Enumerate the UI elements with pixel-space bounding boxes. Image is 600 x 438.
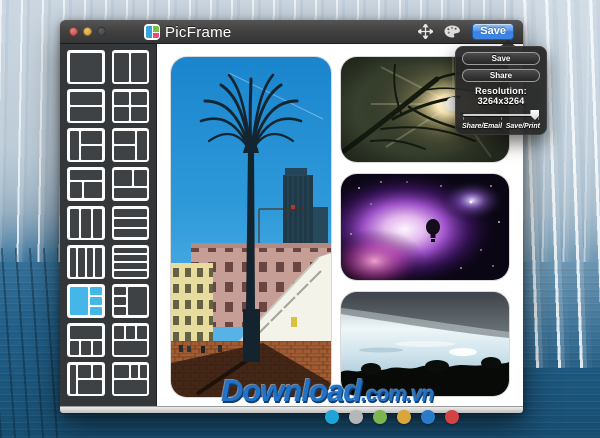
photo-purple-nebula[interactable]: [341, 174, 509, 280]
minimize-button[interactable]: [83, 27, 92, 36]
slider-tick: [501, 117, 502, 120]
layout-thumb-three-columns[interactable]: [67, 206, 105, 240]
move-icon[interactable]: [418, 24, 434, 39]
brand-dot: [397, 410, 411, 424]
brand-dot: [373, 410, 387, 424]
slider-track[interactable]: [463, 114, 539, 116]
titlebar[interactable]: PicFrame Save: [60, 20, 523, 44]
download-watermark: Download.com.vn: [221, 373, 434, 409]
save-button[interactable]: Save: [472, 23, 514, 40]
layout-thumb-two-rows[interactable]: [67, 89, 105, 123]
brand-dot: [445, 410, 459, 424]
zoom-button[interactable]: [97, 27, 106, 36]
layout-thumb-top-row-bottom-two[interactable]: [67, 167, 105, 201]
picframe-logo-icon: [144, 24, 160, 40]
layout-thumb-top-row-bottom-three[interactable]: [67, 323, 105, 357]
app-body: Download.com.vn: [60, 44, 523, 409]
layout-thumb-big-left-three-right[interactable]: [67, 284, 105, 318]
watermark-suffix-text: .com.vn: [361, 383, 434, 406]
layout-thumb-left-col-two-top-bottom[interactable]: [67, 362, 105, 396]
app-title: PicFrame: [165, 23, 232, 41]
layout-grid: [60, 44, 157, 406]
traffic-lights: [60, 27, 106, 36]
layout-thumb-left-two-rows-right-col[interactable]: [111, 128, 149, 162]
save-dropdown-panel: Save Share Resolution: 3264x3264 Share/E…: [455, 40, 547, 135]
dropdown-share-button[interactable]: Share: [462, 69, 540, 82]
slider-tick: [463, 117, 464, 120]
layout-thumb-single[interactable]: [67, 50, 105, 84]
layout-thumb-top-left-two-small-bottom[interactable]: [111, 362, 149, 396]
layout-thumb-top-three-bottom-row[interactable]: [111, 323, 149, 357]
layout-thumb-grid-2x2[interactable]: [111, 89, 149, 123]
layout-thumb-three-left-big-right[interactable]: [111, 284, 149, 318]
wallpaper-reeds: [0, 248, 58, 438]
resolution-label: Resolution: 3264x3264: [475, 86, 527, 106]
slider-labels: Share/Email Save/Print: [462, 123, 540, 130]
app-logo: PicFrame: [144, 20, 232, 44]
close-button[interactable]: [69, 27, 78, 36]
slider-tick: [538, 117, 540, 120]
palette-icon[interactable]: [444, 25, 461, 38]
dropdown-save-button[interactable]: Save: [462, 52, 540, 65]
layout-thumb-four-rows[interactable]: [111, 245, 149, 279]
save-print-label: Save/Print: [505, 123, 540, 130]
layout-thumb-four-columns[interactable]: [67, 245, 105, 279]
layout-thumb-three-rows[interactable]: [111, 206, 149, 240]
brand-dot: [325, 410, 339, 424]
watermark-dots: [325, 410, 459, 424]
brand-dot: [421, 410, 435, 424]
watermark-main-text: Download: [221, 373, 362, 408]
layout-thumb-top-two-bottom-row[interactable]: [111, 167, 149, 201]
picframe-window: PicFrame Save Download.com.vn: [60, 20, 523, 413]
toolbar: Save: [418, 23, 523, 40]
brand-dot: [349, 410, 363, 424]
share-email-label: Share/Email: [462, 123, 503, 130]
resolution-slider[interactable]: [463, 110, 540, 120]
photo-city-sculpture[interactable]: [171, 57, 331, 397]
layout-thumb-two-columns[interactable]: [111, 50, 149, 84]
layout-thumb-left-col-right-two-rows[interactable]: [67, 128, 105, 162]
